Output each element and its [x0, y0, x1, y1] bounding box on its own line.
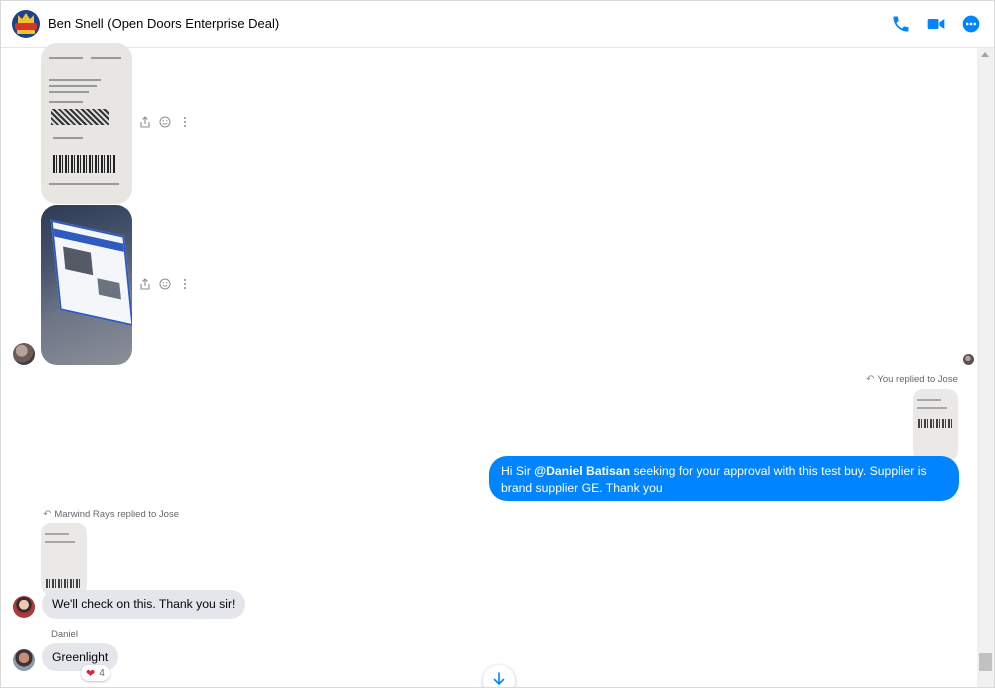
product-box-photo[interactable]	[41, 205, 132, 365]
incoming-message-bubble[interactable]: We'll check on this. Thank you sir!	[42, 590, 246, 619]
replied-photo-preview[interactable]	[913, 389, 958, 461]
more-icon[interactable]	[961, 14, 981, 34]
shipping-label-photo[interactable]	[41, 43, 132, 204]
mention[interactable]: @Daniel Batisan	[534, 464, 630, 478]
conversation-title[interactable]: Ben Snell (Open Doors Enterprise Deal)	[48, 16, 279, 31]
avatar[interactable]	[13, 649, 35, 671]
share-icon[interactable]	[139, 278, 151, 290]
emoji-icon[interactable]	[159, 278, 171, 290]
heart-icon: ❤	[86, 667, 96, 680]
scrollbar-track[interactable]	[977, 48, 994, 687]
avatar[interactable]	[13, 596, 35, 618]
reaction-badge[interactable]: ❤ 4	[81, 665, 110, 681]
message-actions	[139, 278, 191, 290]
conversation-header: Ben Snell (Open Doors Enterprise Deal)	[1, 1, 994, 48]
reply-note: ↶ Marwind Rays replied to Jose	[43, 509, 179, 520]
avatar[interactable]	[13, 343, 35, 365]
scroll-to-bottom-button[interactable]	[483, 665, 515, 687]
scrollbar-thumb[interactable]	[979, 653, 992, 671]
outgoing-message-bubble[interactable]: Hi Sir @Daniel Batisan seeking for your …	[489, 456, 959, 501]
sender-name: Daniel	[51, 629, 78, 640]
reply-note: ↶ You replied to Jose	[866, 374, 958, 385]
arrow-down-icon	[493, 672, 505, 685]
emoji-icon[interactable]	[159, 116, 171, 128]
more-options-icon[interactable]	[179, 116, 191, 128]
reply-icon: ↶	[43, 509, 52, 520]
group-avatar[interactable]	[12, 10, 40, 38]
share-icon[interactable]	[139, 116, 151, 128]
seen-avatar	[963, 354, 974, 365]
more-options-icon[interactable]	[179, 278, 191, 290]
replied-photo-preview[interactable]	[41, 523, 87, 595]
phone-icon[interactable]	[891, 14, 911, 34]
scroll-up-arrow-icon[interactable]	[981, 52, 989, 57]
reply-icon: ↶	[866, 374, 875, 385]
crown-icon	[18, 13, 34, 23]
video-camera-icon[interactable]	[926, 14, 946, 34]
messenger-window: Ben Snell (Open Doors Enterprise Deal) ↶…	[0, 0, 995, 688]
message-actions	[139, 116, 191, 128]
